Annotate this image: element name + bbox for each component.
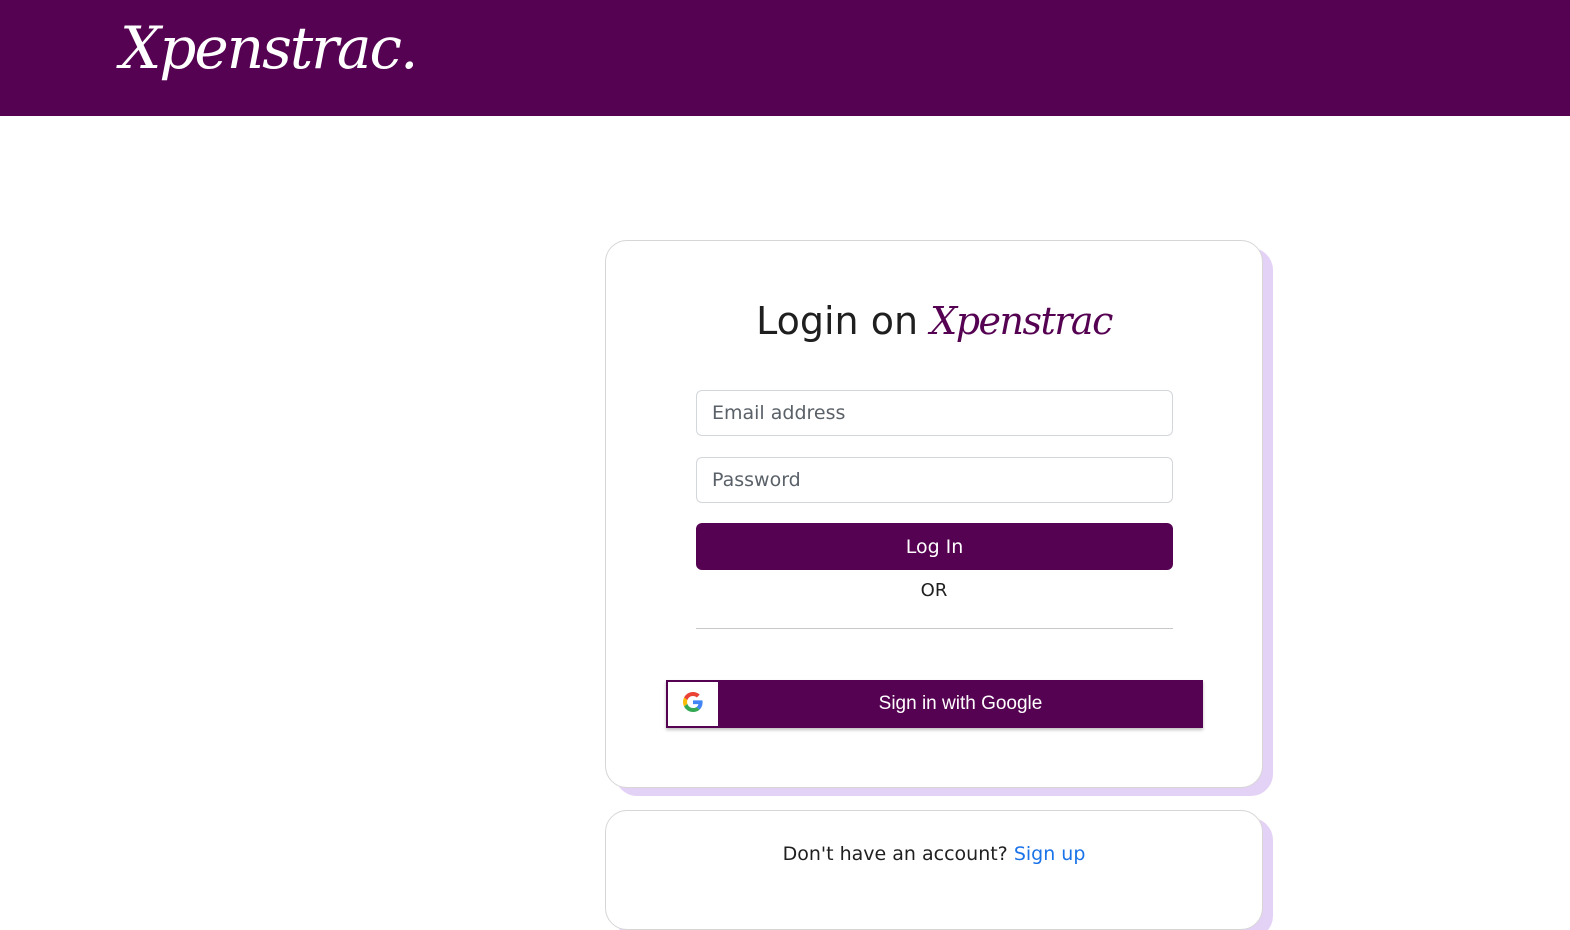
login-title-brand: Xpenstrac: [930, 299, 1113, 343]
login-title: Login on Xpenstrac: [606, 299, 1262, 343]
brand-logo[interactable]: Xpenstrac.: [120, 8, 418, 88]
google-icon-container: [668, 682, 718, 726]
google-signin-button[interactable]: Sign in with Google: [666, 680, 1203, 728]
signup-prompt: Don't have an account? Sign up: [606, 843, 1262, 865]
google-g-icon: [683, 692, 703, 716]
login-button[interactable]: Log In: [696, 523, 1173, 570]
login-title-text: Login on: [756, 299, 919, 343]
google-signin-label: Sign in with Google: [878, 693, 1043, 714]
password-field[interactable]: [696, 457, 1173, 503]
login-card: Login on Xpenstrac Log In OR Sign in wit…: [605, 240, 1263, 788]
signup-card: Don't have an account? Sign up: [605, 810, 1263, 930]
signup-prompt-text: Don't have an account?: [782, 843, 1008, 865]
divider: [696, 628, 1173, 629]
signup-link[interactable]: Sign up: [1014, 843, 1086, 865]
email-field[interactable]: [696, 390, 1173, 436]
top-navbar: Xpenstrac.: [0, 0, 1570, 116]
or-separator-text: OR: [920, 580, 948, 601]
